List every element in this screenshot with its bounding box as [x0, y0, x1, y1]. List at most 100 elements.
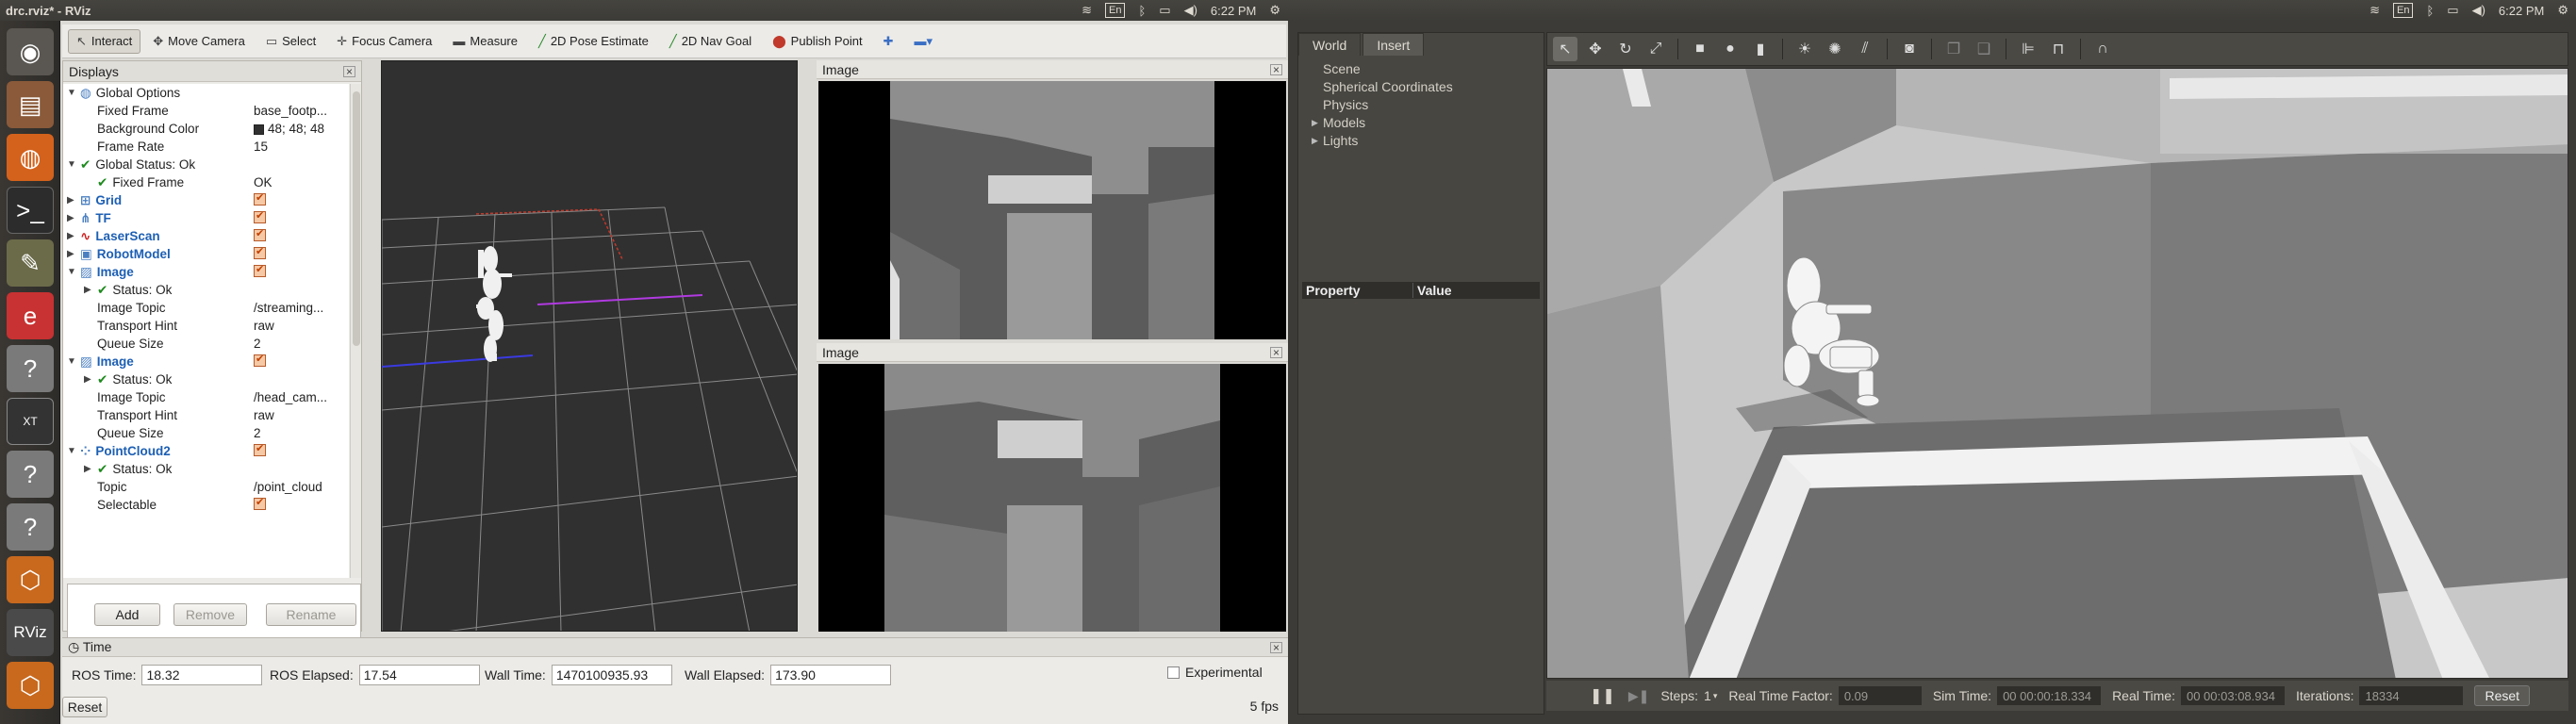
- tree-item-physics[interactable]: Physics: [1323, 97, 1368, 112]
- unknown-app-icon[interactable]: ?: [7, 451, 54, 498]
- clock[interactable]: 6:22 PM: [1211, 4, 1256, 18]
- panel-splitter[interactable]: [366, 60, 373, 632]
- clock[interactable]: 6:22 PM: [2499, 4, 2544, 18]
- panel-splitter[interactable]: [800, 60, 807, 632]
- settings-gear-icon[interactable]: ⚙: [1269, 3, 1280, 18]
- gimp-icon[interactable]: ✎: [7, 239, 54, 287]
- enable-checkbox[interactable]: [254, 210, 266, 223]
- spot-light-icon[interactable]: ✺: [1823, 37, 1847, 61]
- display-tree-row[interactable]: Background Color 48; 48; 48: [63, 120, 349, 138]
- rviz-3d-view[interactable]: [381, 60, 798, 632]
- files-icon[interactable]: ▤: [7, 81, 54, 128]
- enable-checkbox[interactable]: [254, 228, 266, 241]
- gazebo-launcher-icon[interactable]: ⬡: [7, 662, 54, 709]
- scale-mode-icon[interactable]: ⤢: [1643, 37, 1668, 61]
- firefox-icon[interactable]: ◍: [7, 134, 54, 181]
- align-icon[interactable]: ⊫: [2016, 37, 2040, 61]
- experimental-checkbox[interactable]: [1167, 666, 1180, 679]
- display-row-value[interactable]: 48; 48; 48: [254, 122, 348, 136]
- dash-home-icon[interactable]: ◉: [7, 28, 54, 75]
- collapse-arrow-icon[interactable]: ▼: [67, 267, 76, 277]
- bluetooth-icon[interactable]: ᛒ: [1138, 4, 1146, 18]
- display-row-value[interactable]: [254, 192, 348, 208]
- publish-point-tool[interactable]: ⬤ Publish Point: [764, 29, 870, 54]
- display-row-value[interactable]: [254, 228, 348, 244]
- display-row-value[interactable]: raw: [254, 319, 348, 333]
- display-tree-row[interactable]: ▶ ⋔ TF: [63, 209, 349, 227]
- add-tool-button[interactable]: ✚: [875, 29, 902, 54]
- display-tree-row[interactable]: Fixed Frame base_footp...: [63, 102, 349, 120]
- step-icon[interactable]: ▶❚: [1628, 688, 1650, 704]
- collapse-arrow-icon[interactable]: ▼: [67, 356, 76, 367]
- display-row-value[interactable]: [254, 497, 348, 513]
- wall-elapsed-input[interactable]: 173.90: [770, 665, 892, 685]
- point-light-icon[interactable]: ☀: [1792, 37, 1817, 61]
- battery-icon[interactable]: ▭: [2447, 3, 2458, 18]
- close-icon[interactable]: ×: [342, 65, 355, 77]
- display-tree-row[interactable]: ▼ ▨ Image: [63, 353, 349, 370]
- collapse-arrow-icon[interactable]: ▼: [67, 446, 76, 456]
- rviz-launcher-icon[interactable]: RViz: [7, 609, 54, 656]
- display-row-value[interactable]: 2: [254, 426, 348, 440]
- nav-goal-tool[interactable]: ╱ 2D Nav Goal: [661, 29, 760, 54]
- display-row-value[interactable]: [254, 210, 348, 226]
- display-row-value[interactable]: /point_cloud: [254, 480, 348, 494]
- expand-arrow-icon[interactable]: ▶: [1312, 136, 1318, 146]
- displays-tree[interactable]: ▼ ◍ Global Options Fixed Frame base_footp...…: [63, 84, 349, 578]
- expand-arrow-icon[interactable]: ▶: [84, 464, 91, 474]
- enable-checkbox[interactable]: [254, 443, 266, 456]
- gazebo-reset-button[interactable]: Reset: [2474, 685, 2531, 706]
- display-tree-row[interactable]: ✔ Fixed Frame OK: [63, 173, 349, 191]
- keyboard-indicator[interactable]: En: [2393, 3, 2414, 18]
- display-tree-row[interactable]: Topic/point_cloud: [63, 478, 349, 496]
- display-tree-row[interactable]: Frame Rate 15: [63, 138, 349, 156]
- tree-item-spherical-coordinates[interactable]: Spherical Coordinates: [1323, 79, 1453, 94]
- battery-icon[interactable]: ▭: [1159, 3, 1170, 18]
- enable-checkbox[interactable]: [254, 264, 266, 277]
- enable-checkbox[interactable]: [254, 354, 266, 367]
- interact-tool[interactable]: ↖ Interact: [68, 28, 141, 54]
- remove-tool-button[interactable]: ▬▾: [905, 29, 941, 54]
- expand-arrow-icon[interactable]: ▶: [1312, 118, 1318, 128]
- rotate-mode-icon[interactable]: ↻: [1613, 37, 1638, 61]
- keyboard-indicator[interactable]: En: [1105, 3, 1126, 18]
- ros-elapsed-input[interactable]: 17.54: [358, 665, 480, 685]
- remove-display-button[interactable]: Remove: [173, 603, 247, 626]
- screenshot-icon[interactable]: ◙: [1897, 37, 1922, 61]
- display-row-value[interactable]: 15: [254, 140, 348, 154]
- display-tree-row[interactable]: ▶ ✔ Status: Ok: [63, 370, 349, 388]
- display-row-value[interactable]: OK: [254, 175, 348, 189]
- xterm-icon[interactable]: XT: [7, 398, 54, 445]
- display-row-value[interactable]: raw: [254, 408, 348, 422]
- volume-icon[interactable]: ◀): [2472, 3, 2485, 18]
- steps-spinner[interactable]: 1: [1704, 688, 1711, 703]
- display-tree-row[interactable]: ▼ ✔ Global Status: Ok: [63, 156, 349, 173]
- add-display-button[interactable]: Add: [94, 603, 160, 626]
- ros-time-input[interactable]: 18.32: [141, 665, 263, 685]
- expand-arrow-icon[interactable]: ▶: [67, 249, 74, 259]
- display-tree-row[interactable]: Transport Hint raw: [63, 406, 349, 424]
- display-row-value[interactable]: [254, 264, 348, 280]
- enable-checkbox[interactable]: [254, 497, 266, 510]
- display-tree-row[interactable]: Transport Hint raw: [63, 317, 349, 335]
- expand-arrow-icon[interactable]: ▶: [84, 285, 91, 295]
- display-tree-row[interactable]: ▶ ▣ RobotModel: [63, 245, 349, 263]
- tab-insert[interactable]: Insert: [1362, 33, 1425, 56]
- pause-icon[interactable]: ❚❚: [1590, 686, 1615, 705]
- collapse-arrow-icon[interactable]: ▼: [67, 88, 76, 98]
- settings-gear-icon[interactable]: ⚙: [2557, 3, 2568, 18]
- scrollbar-thumb[interactable]: [353, 91, 360, 346]
- unknown-app-icon[interactable]: ?: [7, 503, 54, 551]
- gazebo-3d-view[interactable]: [1546, 68, 2568, 679]
- display-row-value[interactable]: [254, 354, 348, 370]
- close-icon[interactable]: ×: [1269, 63, 1282, 75]
- rename-display-button[interactable]: Rename: [266, 603, 356, 626]
- time-reset-button[interactable]: Reset: [62, 697, 107, 717]
- display-row-value[interactable]: base_footp...: [254, 104, 348, 118]
- tree-item-scene[interactable]: Scene: [1323, 61, 1361, 76]
- bluetooth-icon[interactable]: ᛒ: [2426, 4, 2434, 18]
- select-mode-icon[interactable]: ↖: [1553, 37, 1577, 61]
- display-tree-row[interactable]: Queue Size 2: [63, 424, 349, 442]
- box-shape-icon[interactable]: ■: [1688, 37, 1712, 61]
- tree-item-lights[interactable]: Lights: [1323, 133, 1358, 148]
